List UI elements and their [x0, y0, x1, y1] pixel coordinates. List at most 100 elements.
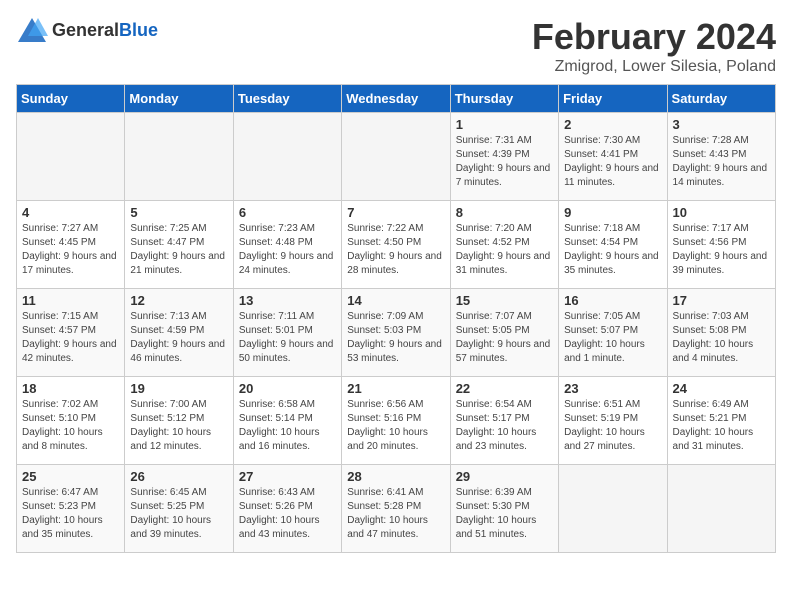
day-details: Sunrise: 6:58 AMSunset: 5:14 PMDaylight:… [239, 398, 336, 454]
day-number: 29 [456, 469, 553, 484]
day-number: 13 [239, 293, 336, 308]
calendar-cell: 5 Sunrise: 7:25 AMSunset: 4:47 PMDaylight… [125, 201, 233, 289]
calendar-cell: 18 Sunrise: 7:02 AMSunset: 5:10 PMDayligh… [17, 377, 125, 465]
calendar-cell [125, 113, 233, 201]
day-number: 21 [347, 381, 444, 396]
day-details: Sunrise: 7:13 AMSunset: 4:59 PMDaylight:… [130, 310, 227, 366]
logo-text-blue: Blue [119, 20, 158, 40]
day-number: 23 [564, 381, 661, 396]
day-number: 7 [347, 205, 444, 220]
calendar-cell: 8 Sunrise: 7:20 AMSunset: 4:52 PMDaylight… [450, 201, 558, 289]
calendar-cell: 7 Sunrise: 7:22 AMSunset: 4:50 PMDaylight… [342, 201, 450, 289]
day-number: 11 [22, 293, 119, 308]
day-details: Sunrise: 7:20 AMSunset: 4:52 PMDaylight:… [456, 222, 553, 278]
calendar-cell [342, 113, 450, 201]
calendar-cell: 23 Sunrise: 6:51 AMSunset: 5:19 PMDayligh… [559, 377, 667, 465]
day-header-saturday: Saturday [667, 85, 775, 113]
day-details: Sunrise: 6:49 AMSunset: 5:21 PMDaylight:… [673, 398, 770, 454]
calendar-cell: 14Sunrise: 7:09 AMSunset: 5:03 PMDayligh… [342, 289, 450, 377]
calendar-cell: 17Sunrise: 7:03 AMSunset: 5:08 PMDayligh… [667, 289, 775, 377]
calendar-week-row: 1 Sunrise: 7:31 AMSunset: 4:39 PMDaylight… [17, 113, 776, 201]
calendar-cell: 6 Sunrise: 7:23 AMSunset: 4:48 PMDaylight… [233, 201, 341, 289]
day-details: Sunrise: 6:56 AMSunset: 5:16 PMDaylight:… [347, 398, 444, 454]
calendar-cell [17, 113, 125, 201]
day-details: Sunrise: 7:09 AMSunset: 5:03 PMDaylight:… [347, 310, 444, 366]
day-number: 18 [22, 381, 119, 396]
logo: GeneralBlue [16, 16, 158, 44]
day-number: 20 [239, 381, 336, 396]
calendar-cell: 26 Sunrise: 6:45 AMSunset: 5:25 PMDayligh… [125, 465, 233, 553]
calendar-cell: 1 Sunrise: 7:31 AMSunset: 4:39 PMDaylight… [450, 113, 558, 201]
calendar-cell: 12 Sunrise: 7:13 AMSunset: 4:59 PMDayligh… [125, 289, 233, 377]
day-details: Sunrise: 6:45 AMSunset: 5:25 PMDaylight:… [130, 486, 227, 542]
day-details: Sunrise: 7:17 AMSunset: 4:56 PMDaylight:… [673, 222, 770, 278]
day-number: 24 [673, 381, 770, 396]
day-details: Sunrise: 7:28 AMSunset: 4:43 PMDaylight:… [673, 134, 770, 190]
calendar-week-row: 25 Sunrise: 6:47 AMSunset: 5:23 PMDayligh… [17, 465, 776, 553]
day-header-friday: Friday [559, 85, 667, 113]
calendar-body: 1 Sunrise: 7:31 AMSunset: 4:39 PMDaylight… [17, 113, 776, 553]
day-details: Sunrise: 7:27 AMSunset: 4:45 PMDaylight:… [22, 222, 119, 278]
day-number: 25 [22, 469, 119, 484]
calendar-cell [233, 113, 341, 201]
calendar-table: SundayMondayTuesdayWednesdayThursdayFrid… [16, 84, 776, 553]
day-number: 2 [564, 117, 661, 132]
day-number: 5 [130, 205, 227, 220]
day-number: 9 [564, 205, 661, 220]
day-details: Sunrise: 6:47 AMSunset: 5:23 PMDaylight:… [22, 486, 119, 542]
calendar-cell: 3 Sunrise: 7:28 AMSunset: 4:43 PMDaylight… [667, 113, 775, 201]
calendar-cell: 11 Sunrise: 7:15 AMSunset: 4:57 PMDayligh… [17, 289, 125, 377]
day-number: 3 [673, 117, 770, 132]
day-details: Sunrise: 6:54 AMSunset: 5:17 PMDaylight:… [456, 398, 553, 454]
day-number: 28 [347, 469, 444, 484]
month-title: February 2024 [532, 16, 776, 58]
logo-icon [16, 16, 48, 44]
calendar-cell: 29 Sunrise: 6:39 AMSunset: 5:30 PMDayligh… [450, 465, 558, 553]
page-header: GeneralBlue February 2024 Zmigrod, Lower… [16, 16, 776, 76]
day-details: Sunrise: 7:02 AMSunset: 5:10 PMDaylight:… [22, 398, 119, 454]
calendar-cell: 16 Sunrise: 7:05 AMSunset: 5:07 PMDayligh… [559, 289, 667, 377]
day-number: 15 [456, 293, 553, 308]
day-details: Sunrise: 7:18 AMSunset: 4:54 PMDaylight:… [564, 222, 661, 278]
calendar-cell: 25 Sunrise: 6:47 AMSunset: 5:23 PMDayligh… [17, 465, 125, 553]
location-title: Zmigrod, Lower Silesia, Poland [532, 58, 776, 76]
calendar-cell: 22Sunrise: 6:54 AMSunset: 5:17 PMDayligh… [450, 377, 558, 465]
day-details: Sunrise: 7:31 AMSunset: 4:39 PMDaylight:… [456, 134, 553, 190]
day-number: 16 [564, 293, 661, 308]
calendar-week-row: 18 Sunrise: 7:02 AMSunset: 5:10 PMDayligh… [17, 377, 776, 465]
day-details: Sunrise: 7:03 AMSunset: 5:08 PMDaylight:… [673, 310, 770, 366]
calendar-cell [667, 465, 775, 553]
day-details: Sunrise: 6:51 AMSunset: 5:19 PMDaylight:… [564, 398, 661, 454]
calendar-cell: 2 Sunrise: 7:30 AMSunset: 4:41 PMDaylight… [559, 113, 667, 201]
calendar-cell: 9 Sunrise: 7:18 AMSunset: 4:54 PMDaylight… [559, 201, 667, 289]
calendar-header-row: SundayMondayTuesdayWednesdayThursdayFrid… [17, 85, 776, 113]
logo-text-general: General [52, 20, 119, 40]
day-details: Sunrise: 7:25 AMSunset: 4:47 PMDaylight:… [130, 222, 227, 278]
day-number: 6 [239, 205, 336, 220]
day-number: 8 [456, 205, 553, 220]
day-number: 26 [130, 469, 227, 484]
day-details: Sunrise: 7:00 AMSunset: 5:12 PMDaylight:… [130, 398, 227, 454]
day-number: 10 [673, 205, 770, 220]
day-details: Sunrise: 6:39 AMSunset: 5:30 PMDaylight:… [456, 486, 553, 542]
calendar-cell: 27Sunrise: 6:43 AMSunset: 5:26 PMDayligh… [233, 465, 341, 553]
day-details: Sunrise: 7:15 AMSunset: 4:57 PMDaylight:… [22, 310, 119, 366]
day-number: 12 [130, 293, 227, 308]
day-header-tuesday: Tuesday [233, 85, 341, 113]
day-number: 1 [456, 117, 553, 132]
day-details: Sunrise: 7:23 AMSunset: 4:48 PMDaylight:… [239, 222, 336, 278]
day-header-wednesday: Wednesday [342, 85, 450, 113]
calendar-cell: 24 Sunrise: 6:49 AMSunset: 5:21 PMDayligh… [667, 377, 775, 465]
calendar-cell: 21 Sunrise: 6:56 AMSunset: 5:16 PMDayligh… [342, 377, 450, 465]
calendar-week-row: 4Sunrise: 7:27 AMSunset: 4:45 PMDaylight… [17, 201, 776, 289]
calendar-cell: 20 Sunrise: 6:58 AMSunset: 5:14 PMDayligh… [233, 377, 341, 465]
calendar-cell: 4Sunrise: 7:27 AMSunset: 4:45 PMDaylight… [17, 201, 125, 289]
day-details: Sunrise: 7:07 AMSunset: 5:05 PMDaylight:… [456, 310, 553, 366]
day-details: Sunrise: 7:05 AMSunset: 5:07 PMDaylight:… [564, 310, 661, 366]
day-details: Sunrise: 7:11 AMSunset: 5:01 PMDaylight:… [239, 310, 336, 366]
calendar-cell: 19Sunrise: 7:00 AMSunset: 5:12 PMDayligh… [125, 377, 233, 465]
day-details: Sunrise: 7:30 AMSunset: 4:41 PMDaylight:… [564, 134, 661, 190]
day-details: Sunrise: 6:43 AMSunset: 5:26 PMDaylight:… [239, 486, 336, 542]
day-header-sunday: Sunday [17, 85, 125, 113]
day-details: Sunrise: 7:22 AMSunset: 4:50 PMDaylight:… [347, 222, 444, 278]
